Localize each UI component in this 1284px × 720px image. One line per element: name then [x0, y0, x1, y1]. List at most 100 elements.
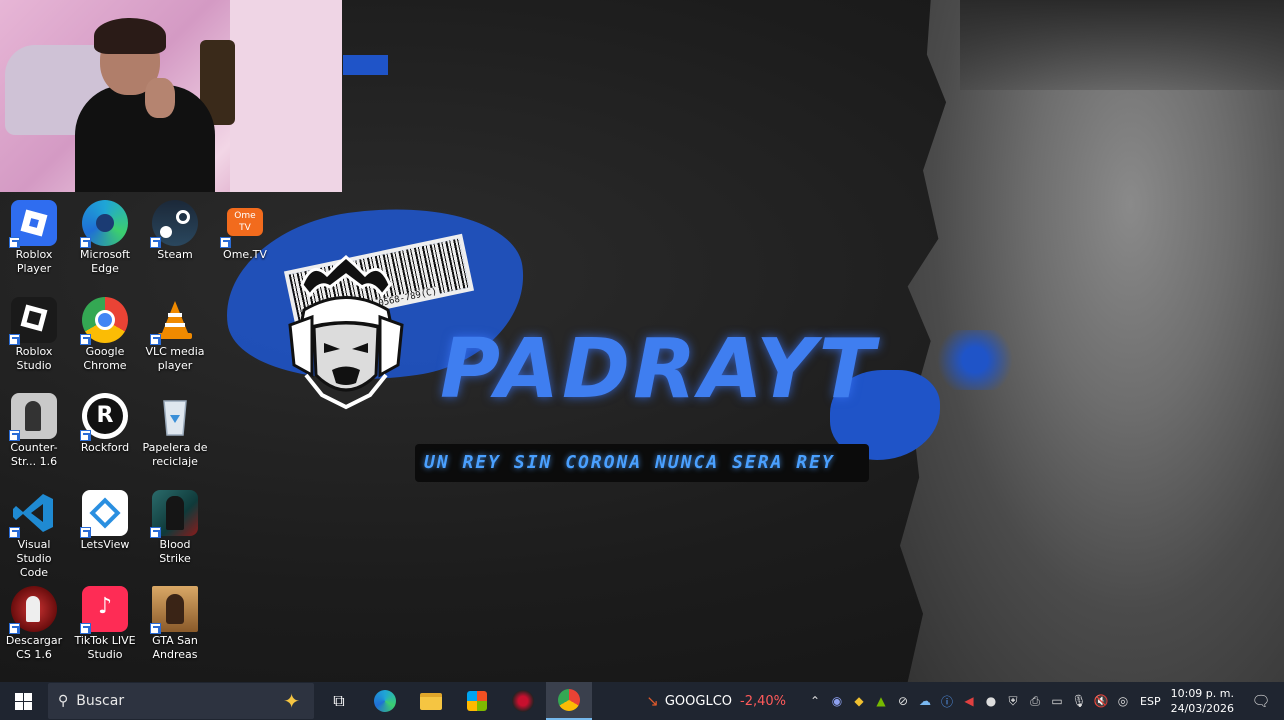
desktop-icon-label: Rockford — [80, 441, 130, 454]
tray-app-icon[interactable]: ◀ — [958, 694, 980, 708]
desktop-icon-label: GTA San Andreas — [152, 634, 198, 661]
desktop-icon-edge[interactable]: Microsoft Edge — [72, 200, 138, 276]
desktop-icon-roblox-player[interactable]: Roblox Player — [1, 200, 67, 276]
desktop-icon-letsview[interactable]: LetsView — [72, 490, 138, 552]
wallpaper-brand-title: PADRAYT — [440, 322, 878, 417]
desktop-icon-label: Ome.TV — [223, 248, 267, 261]
taskbar-search-input[interactable]: ⚲ Buscar ✦ — [48, 683, 314, 719]
webcam-wall — [230, 0, 342, 192]
notifications-icon[interactable]: 🗨 — [1250, 692, 1272, 710]
chrome-tray-icon[interactable]: ◎ — [1112, 694, 1134, 708]
ometv-icon: Ome TV — [220, 200, 268, 248]
desktop-icon-label: Visual Studio Code — [16, 538, 52, 579]
steam-tray-icon[interactable]: ● — [980, 694, 1002, 708]
stock-change: -2,40% — [740, 693, 787, 709]
stock-trend-icon: ↘ — [646, 692, 659, 710]
desktop[interactable]: 0568-789(C) PADRAYT UN REY SIN CORONA NU… — [0, 0, 1284, 682]
security-icon[interactable]: ⛨ — [1002, 694, 1024, 709]
desktop-icon-counter-strike[interactable]: Counter-Str... 1.6 — [1, 393, 67, 469]
roblox-studio-icon — [9, 297, 57, 345]
desktop-icon-steam[interactable]: Steam — [142, 200, 208, 262]
folder-icon — [420, 692, 442, 710]
task-view-icon: ⧉ — [333, 691, 345, 710]
onedrive-icon[interactable]: ☁ — [914, 694, 936, 708]
desktop-icon-recycle-bin[interactable]: Papelera de reciclaje — [142, 393, 208, 469]
letsview-icon — [80, 490, 128, 538]
stock-ticker: GOOGLCO — [664, 693, 733, 709]
chrome-icon — [558, 689, 580, 711]
webcam-person-hair — [94, 18, 166, 54]
taskbar-file-explorer-button[interactable] — [408, 682, 454, 720]
desktop-icon-label: TikTok LIVE Studio — [74, 634, 136, 661]
desktop-icon-roblox-studio[interactable]: Roblox Studio — [1, 297, 67, 373]
vscode-icon — [9, 490, 57, 538]
samurai-logo-icon — [288, 255, 404, 410]
clock[interactable]: 10:09 p. m. 24/03/2026 — [1171, 686, 1234, 716]
steam-icon — [150, 200, 198, 248]
show-hidden-icons-button[interactable]: ⌃ — [804, 694, 826, 708]
desktop-icon-label: Blood Strike — [159, 538, 191, 565]
desktop-icon-label: Descargar CS 1.6 — [5, 634, 63, 661]
wallpaper-blue-mark — [343, 55, 388, 75]
desktop-icon-label: Google Chrome — [83, 345, 127, 372]
chrome-icon — [80, 297, 128, 345]
stock-widget[interactable]: ↘ GOOGLCO -2,40% — [646, 692, 786, 710]
desktop-icon-label: Roblox Studio — [15, 345, 53, 372]
webcam-person-hand — [145, 78, 175, 118]
rockford-icon: R — [80, 393, 128, 441]
search-icon: ⚲ — [58, 693, 69, 709]
counter-strike-icon — [9, 393, 57, 441]
store-icon — [467, 691, 487, 711]
desktop-icon-label: LetsView — [80, 538, 130, 551]
desktop-icon-label: Microsoft Edge — [79, 248, 131, 275]
info-icon[interactable]: ⓘ — [936, 693, 958, 710]
desktop-icon-rockford[interactable]: R Rockford — [72, 393, 138, 455]
microphone-icon[interactable]: 🎙 — [1068, 694, 1090, 708]
edge-icon — [80, 200, 128, 248]
desktop-icon-label: Roblox Player — [15, 248, 53, 275]
clock-time: 10:09 p. m. — [1170, 687, 1234, 700]
desktop-icon-vscode[interactable]: Visual Studio Code — [1, 490, 67, 580]
taskbar-chrome-button[interactable] — [546, 682, 592, 720]
desktop-icon-gta-sa[interactable]: GTA San Andreas — [142, 586, 208, 662]
desktop-icon-label: Papelera de reciclaje — [142, 441, 208, 468]
roblox-player-icon — [9, 200, 57, 248]
edge-icon — [374, 690, 396, 712]
desktop-icon-label: VLC media player — [145, 345, 205, 372]
volume-muted-icon[interactable]: 🔇 — [1090, 694, 1112, 708]
desktop-icon-vlc[interactable]: VLC media player — [142, 297, 208, 373]
display-icon[interactable]: ▭ — [1046, 694, 1068, 708]
record-app-icon — [512, 690, 534, 712]
taskbar-app-button[interactable] — [500, 682, 546, 720]
taskbar: ⚲ Buscar ✦ ⧉ ↘ GOOGLCO -2,40% ⌃ ◉ ◆ ▲ ⊘ … — [0, 682, 1284, 720]
search-highlight-icon: ✦ — [283, 689, 300, 713]
windows-logo-icon — [14, 692, 32, 710]
discord-icon[interactable]: ◉ — [826, 694, 848, 708]
clock-date: 24/03/2026 — [1170, 702, 1234, 715]
start-button[interactable] — [0, 682, 46, 720]
recycle-bin-icon — [152, 393, 198, 439]
camera-icon[interactable]: ⎙ — [1024, 694, 1046, 709]
desktop-icon-chrome[interactable]: Google Chrome — [72, 297, 138, 373]
nvidia-icon[interactable]: ▲ — [870, 694, 892, 708]
language-indicator[interactable]: ESP — [1140, 695, 1161, 708]
desktop-icon-tiktok-live[interactable]: ♪ TikTok LIVE Studio — [72, 586, 138, 662]
network-muted-icon[interactable]: ⊘ — [892, 694, 914, 708]
desktop-icon-label: Steam — [157, 248, 193, 261]
taskbar-edge-button[interactable] — [362, 682, 408, 720]
gta-sa-icon — [150, 586, 198, 634]
wallpaper-shadow — [960, 0, 1284, 90]
webcam-overlay — [0, 0, 342, 192]
desktop-icon-ometv[interactable]: Ome TV Ome.TV — [212, 200, 278, 262]
desktop-icon-blood-strike[interactable]: Blood Strike — [142, 490, 208, 566]
desktop-icon-cs-download[interactable]: Descargar CS 1.6 — [1, 586, 67, 662]
cs-download-icon — [9, 586, 57, 634]
wallpaper-slogan: UN REY SIN CORONA NUNCA SERA REY — [424, 452, 835, 473]
app-tray-icon[interactable]: ◆ — [848, 694, 870, 708]
vlc-icon — [150, 297, 198, 345]
taskbar-store-button[interactable] — [454, 682, 500, 720]
search-placeholder: Buscar — [76, 693, 125, 709]
tiktok-live-icon: ♪ — [80, 586, 128, 634]
task-view-button[interactable]: ⧉ — [316, 682, 362, 720]
desktop-icon-label: Counter-Str... 1.6 — [10, 441, 58, 468]
